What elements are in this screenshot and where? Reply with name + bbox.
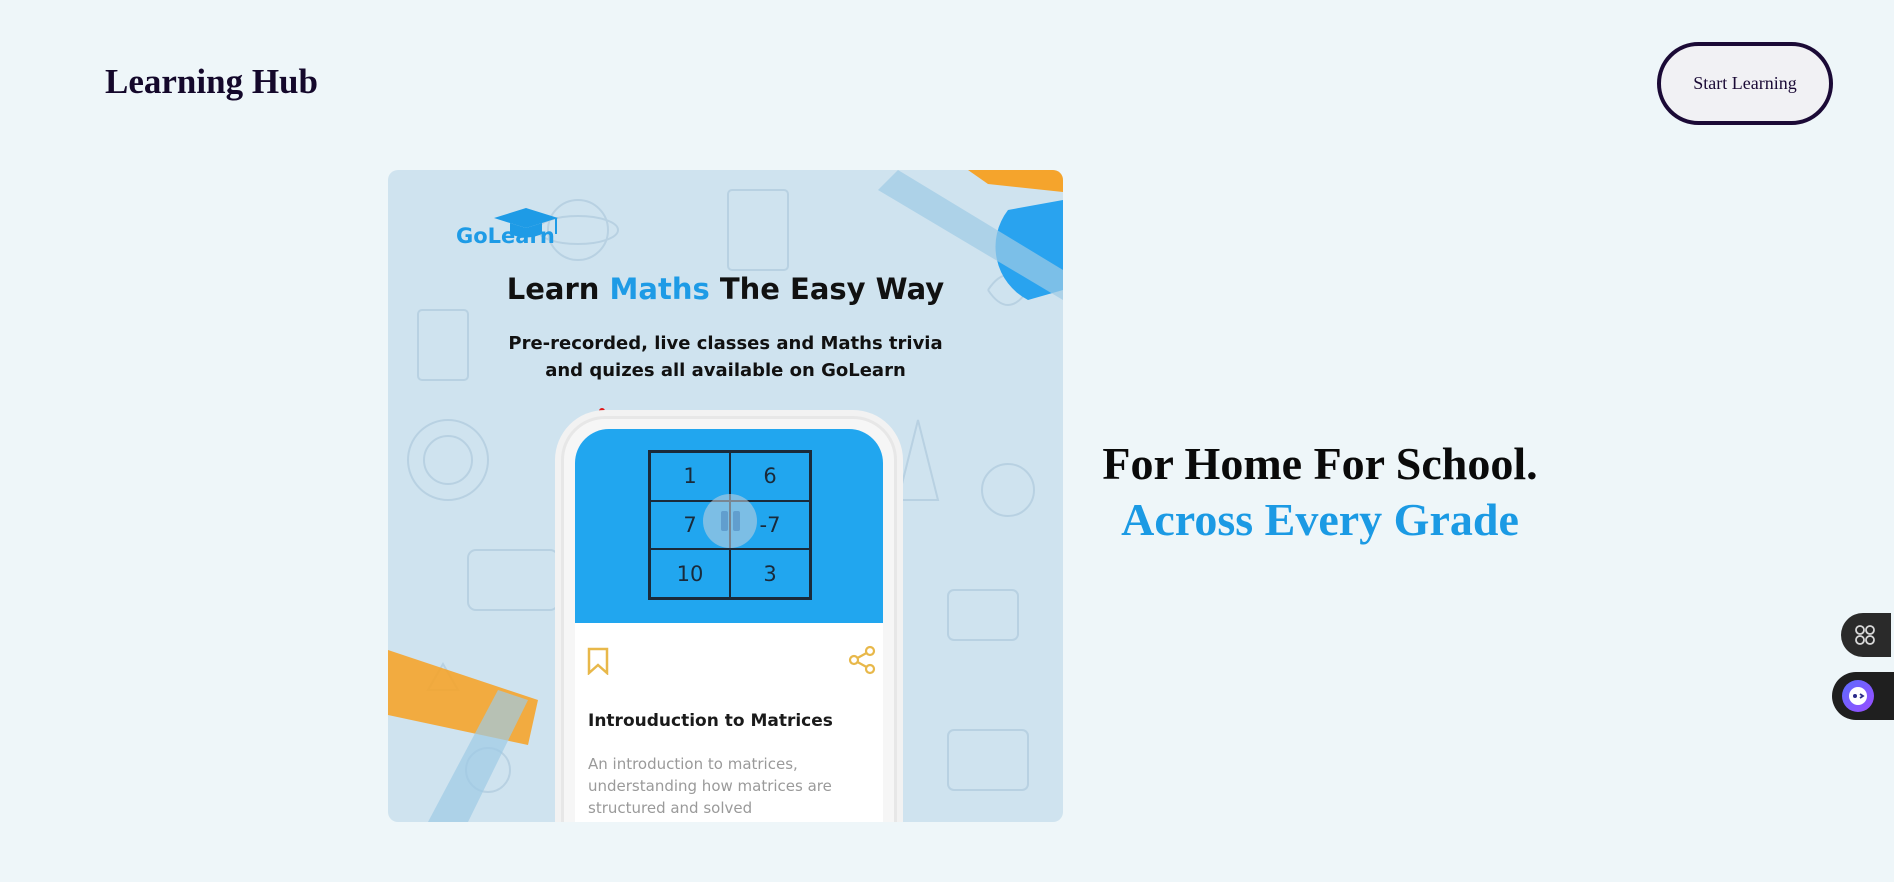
hero-subtitle: Pre-recorded, live classes and Maths tri…: [508, 333, 943, 381]
apps-widget-button[interactable]: [1841, 613, 1891, 657]
brand-logo-text[interactable]: Learning Hub: [105, 62, 318, 102]
phone-screen: 1 6 7 -7 10 3 Introuduction to Matrices …: [575, 429, 883, 822]
extension-face-icon: [1842, 680, 1874, 712]
share-icon: [848, 645, 876, 675]
matrix-cell: 6: [730, 452, 810, 501]
lesson-thumbnail: 1 6 7 -7 10 3: [575, 429, 883, 623]
matrix-cell: 10: [650, 549, 730, 598]
phone-mockup: 1 6 7 -7 10 3 Introuduction to Matrices …: [561, 416, 897, 822]
start-learning-button[interactable]: Start Learning: [1657, 42, 1833, 125]
tagline-line1: For Home For School.: [1102, 438, 1538, 489]
bookmark-icon: [587, 647, 609, 675]
hero-title: Learn Maths The Easy Way: [506, 272, 945, 306]
hero-image: GoLearn Learn Maths The Easy Way Pre-rec…: [388, 170, 1063, 822]
matrix-cell: 1: [650, 452, 730, 501]
tagline: For Home For School. Across Every Grade: [1070, 436, 1570, 548]
apps-grid-icon: [1855, 625, 1875, 645]
matrix-cell: 3: [730, 549, 810, 598]
pause-icon: [703, 494, 757, 548]
extension-widget-button[interactable]: [1832, 672, 1894, 720]
red-dot: [599, 408, 605, 414]
lesson-title: Introuduction to Matrices: [588, 711, 833, 731]
lesson-description: An introduction to matrices, understandi…: [588, 755, 832, 817]
golearn-logo-text: GoLearn: [456, 224, 555, 248]
tagline-line2: Across Every Grade: [1121, 494, 1519, 545]
